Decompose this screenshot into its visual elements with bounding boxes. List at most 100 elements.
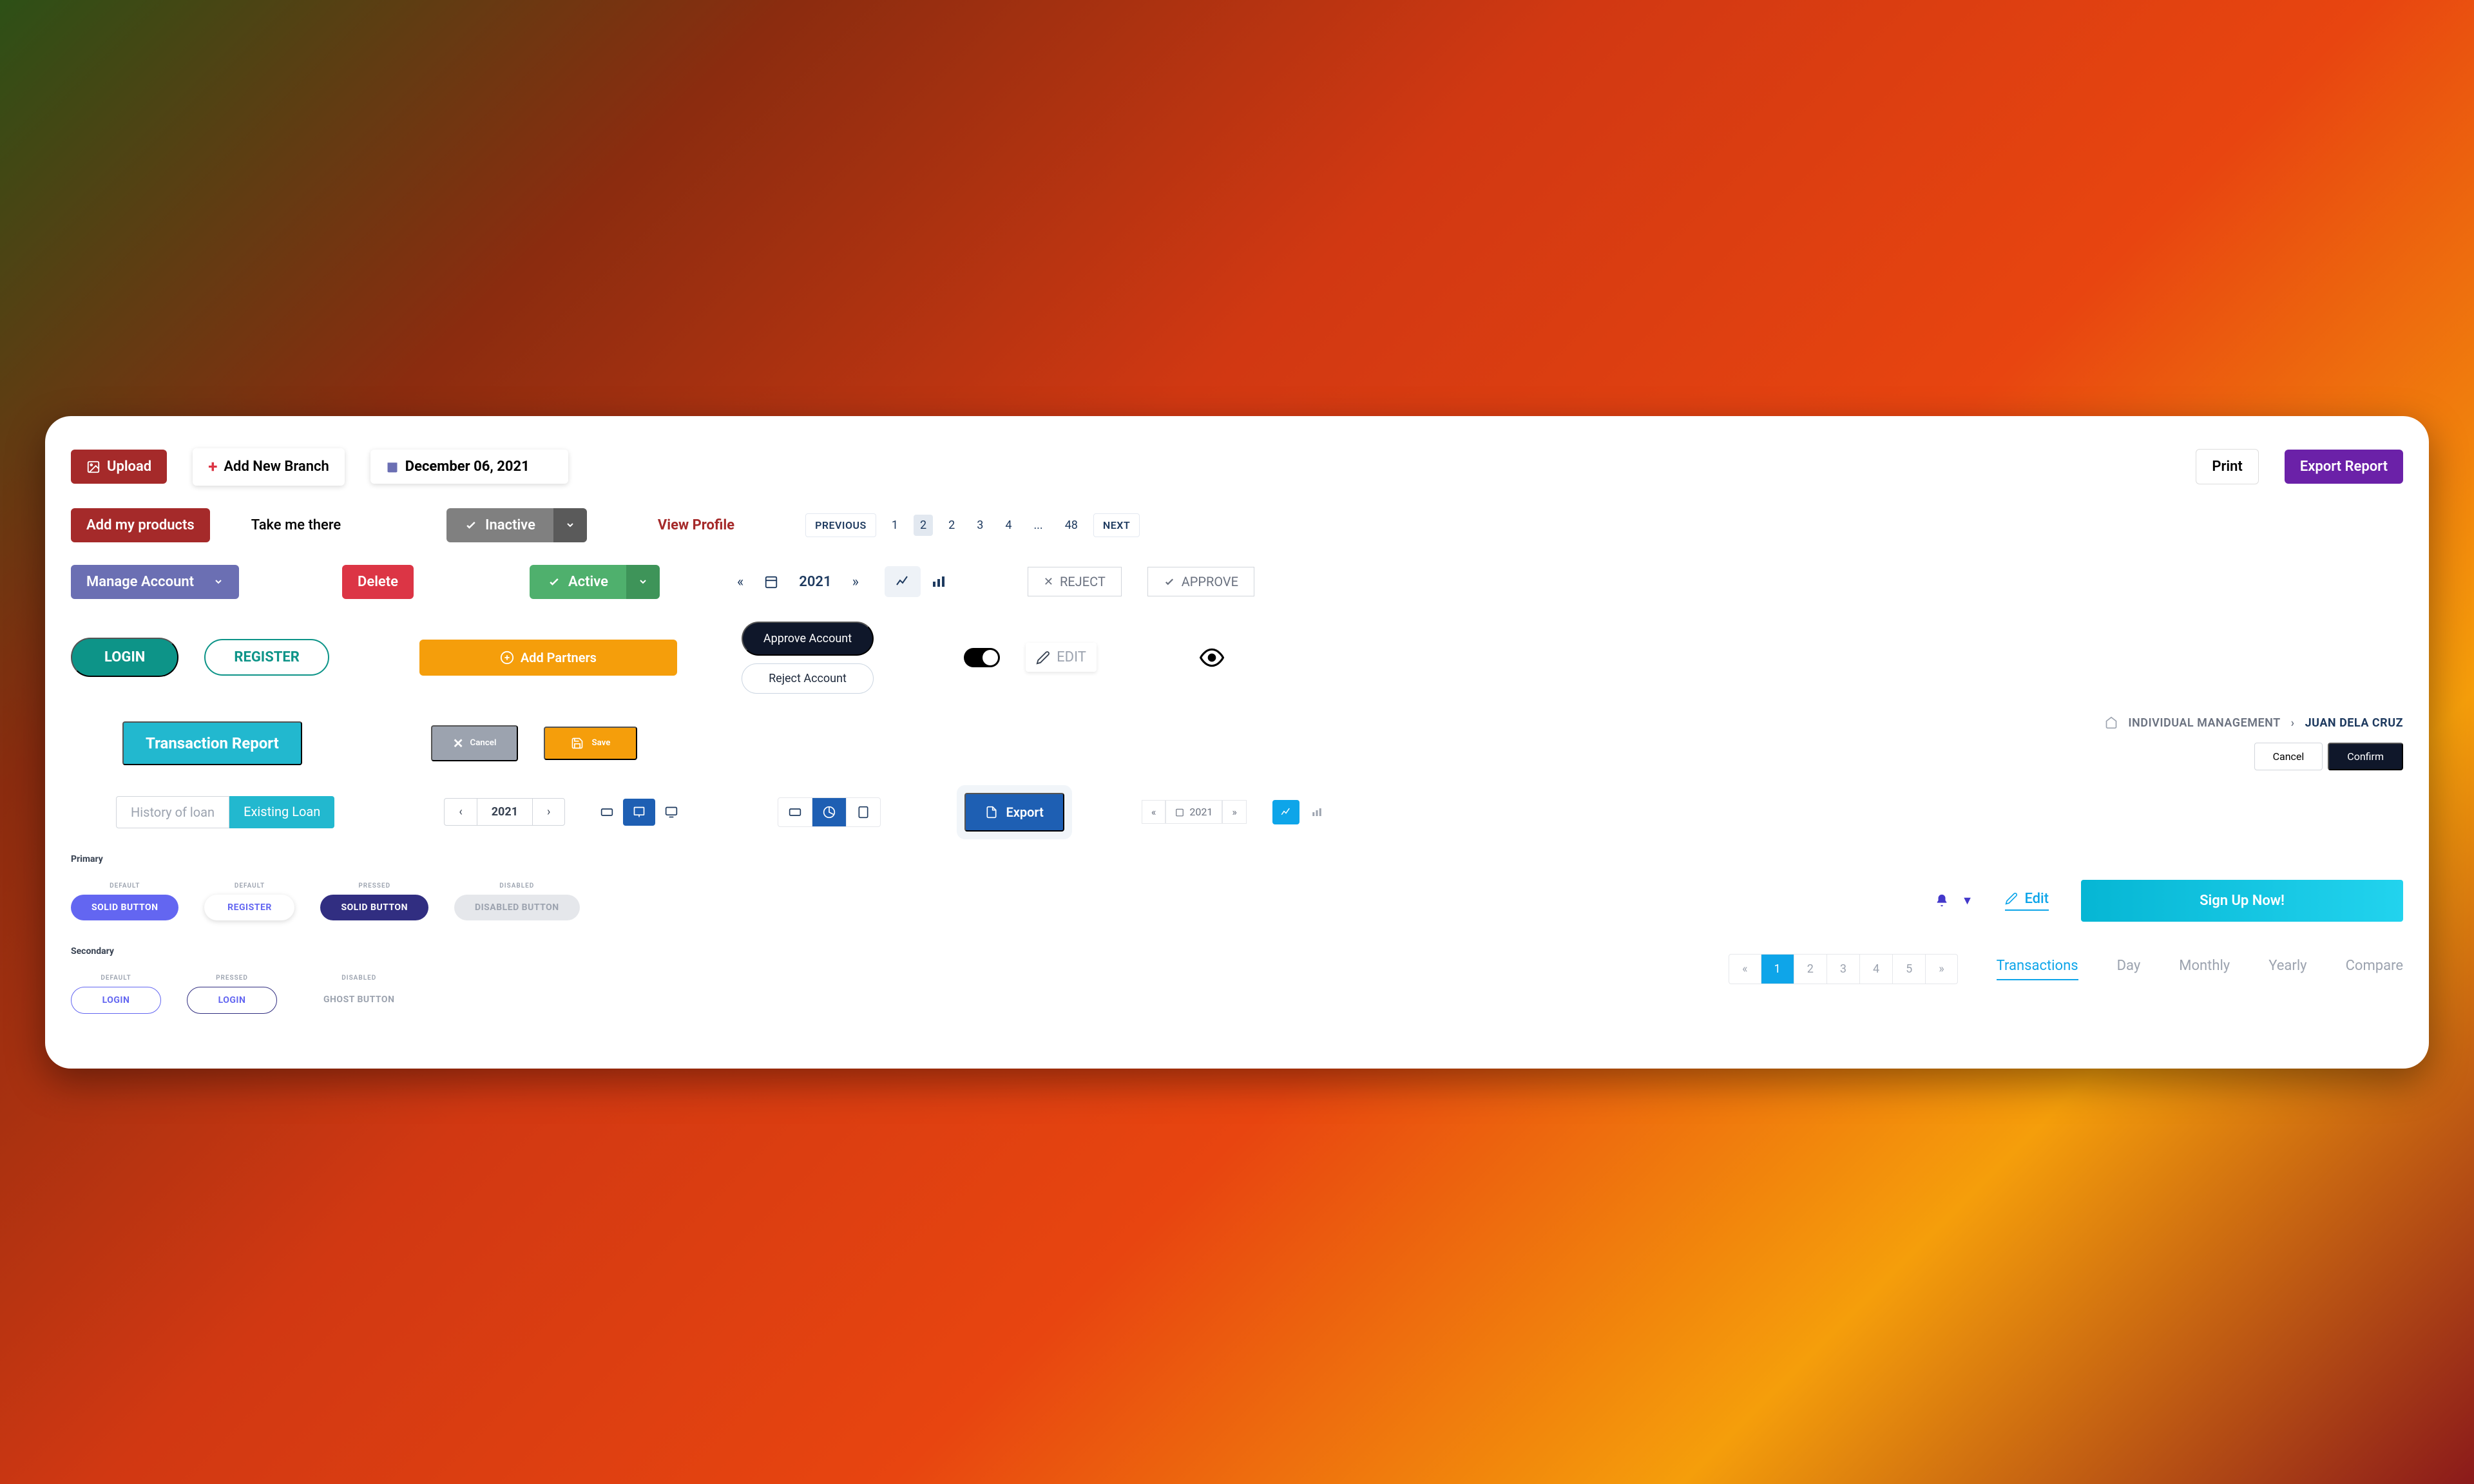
chevron-down-icon — [213, 576, 224, 587]
reject-button[interactable]: ✕ REJECT — [1028, 567, 1122, 596]
page-next[interactable]: » — [1926, 955, 1957, 984]
home-icon[interactable] — [2105, 716, 2118, 729]
date-picker-button[interactable]: December 06, 2021 — [370, 450, 568, 484]
secondary-pressed-button[interactable]: LOGIN — [187, 987, 277, 1014]
loan-tabs: History of loan Existing Loan — [116, 796, 334, 828]
chevron-double-right-icon[interactable]: » — [852, 574, 859, 590]
page-prev[interactable]: « — [1729, 955, 1761, 984]
eye-icon[interactable] — [1200, 645, 1224, 670]
pie-chart-icon[interactable] — [812, 798, 847, 826]
confirm-small-button[interactable]: Confirm — [2328, 743, 2403, 770]
print-button[interactable]: Print — [2196, 449, 2258, 484]
page-4[interactable]: 4 — [999, 515, 1018, 536]
check-icon — [1164, 576, 1175, 587]
tab-compare[interactable]: Compare — [2346, 958, 2403, 980]
edit-link[interactable]: Edit — [2005, 891, 2049, 911]
primary-default-button[interactable]: SOLID BUTTON — [71, 895, 178, 920]
approve-button[interactable]: APPROVE — [1147, 567, 1254, 596]
card-view-icon[interactable] — [591, 799, 623, 826]
tab-yearly[interactable]: Yearly — [2268, 958, 2306, 980]
tab-monthly[interactable]: Monthly — [2179, 958, 2230, 980]
register-button[interactable]: REGISTER — [204, 639, 329, 676]
upload-label: Upload — [107, 459, 151, 475]
status-dropdown-active[interactable]: Active — [530, 565, 660, 599]
bell-icon[interactable] — [1935, 893, 1949, 908]
chart-toggle-small — [1272, 800, 1330, 824]
page-4[interactable]: 4 — [1860, 955, 1893, 984]
reject-account-button[interactable]: Reject Account — [742, 663, 874, 694]
approve-account-button[interactable]: Approve Account — [742, 622, 874, 656]
edit-button[interactable]: EDIT — [1026, 643, 1097, 672]
add-products-button[interactable]: Add my products — [71, 508, 210, 542]
monitor-icon[interactable] — [655, 799, 687, 826]
page-2-active[interactable]: 2 — [914, 515, 933, 536]
year-label: 2021 — [799, 574, 831, 590]
chevron-double-right-icon[interactable]: » — [1222, 800, 1247, 824]
chevron-down-icon[interactable] — [553, 508, 587, 542]
primary-pressed-button[interactable]: SOLID BUTTON — [320, 895, 428, 920]
calendar-icon[interactable]: 2021 — [1165, 800, 1222, 824]
page-1[interactable]: 1 — [1761, 955, 1794, 984]
manage-account-dropdown[interactable]: Manage Account — [71, 565, 239, 599]
card-icon[interactable] — [778, 798, 812, 826]
file-icon[interactable] — [847, 798, 880, 826]
page-1[interactable]: 1 — [885, 515, 905, 536]
existing-loan-tab[interactable]: Existing Loan — [229, 796, 334, 828]
year-display[interactable]: 2021 — [477, 799, 533, 825]
toggle-switch[interactable] — [964, 648, 1000, 667]
chevron-double-left-icon[interactable]: « — [737, 574, 743, 590]
cancel-button[interactable]: ✕ Cancel — [431, 725, 519, 761]
add-branch-button[interactable]: + Add New Branch — [193, 448, 345, 486]
export-button[interactable]: Export — [964, 793, 1064, 832]
breadcrumb-current: JUAN DELA CRUZ — [2305, 716, 2403, 730]
page-5[interactable]: 5 — [1893, 955, 1926, 984]
page-3[interactable]: 3 — [1827, 955, 1860, 984]
presentation-icon[interactable] — [623, 799, 655, 826]
caret-down-icon[interactable]: ▼ — [1962, 894, 1973, 908]
status-dropdown-inactive[interactable]: Inactive — [446, 508, 587, 542]
bar-chart-icon[interactable] — [1303, 800, 1330, 824]
year-navigator: « 2021 » — [737, 574, 859, 590]
pencil-icon — [1036, 651, 1050, 665]
save-button[interactable]: Save — [544, 727, 637, 760]
export-icon — [985, 806, 998, 819]
export-report-button[interactable]: Export Report — [2285, 450, 2403, 484]
line-chart-icon[interactable] — [1272, 800, 1299, 824]
upload-button[interactable]: Upload — [71, 450, 167, 484]
chevron-double-left-icon[interactable]: « — [1142, 800, 1166, 824]
chevron-right-icon[interactable]: › — [533, 799, 564, 825]
line-chart-icon[interactable] — [885, 566, 921, 597]
year-navigator-small: « 2021 » — [1142, 800, 1247, 824]
delete-button[interactable]: Delete — [342, 565, 414, 599]
sign-up-button[interactable]: Sign Up Now! — [2081, 880, 2403, 922]
history-loan-tab[interactable]: History of loan — [116, 796, 229, 828]
secondary-section-label: Secondary — [71, 946, 580, 956]
add-partners-button[interactable]: Add Partners — [419, 640, 677, 676]
calendar-icon — [386, 461, 399, 473]
calendar-icon — [764, 575, 778, 589]
chart-view-toggle — [885, 566, 957, 597]
save-icon — [571, 737, 584, 750]
primary-register-button[interactable]: REGISTER — [204, 895, 294, 920]
view-profile-link[interactable]: View Profile — [658, 517, 734, 533]
x-icon: ✕ — [1044, 575, 1053, 589]
page-3[interactable]: 3 — [970, 515, 990, 536]
cancel-small-button[interactable]: Cancel — [2254, 743, 2323, 770]
take-me-there-link[interactable]: Take me there — [236, 508, 356, 542]
secondary-default-button[interactable]: LOGIN — [71, 987, 161, 1014]
bar-chart-icon[interactable] — [921, 566, 957, 597]
chevron-down-icon[interactable] — [626, 565, 660, 599]
tab-day[interactable]: Day — [2117, 958, 2141, 980]
previous-button[interactable]: PREVIOUS — [805, 513, 876, 537]
chevron-left-icon[interactable]: ‹ — [445, 799, 477, 825]
page-2[interactable]: 2 — [942, 515, 961, 536]
plus-circle-icon — [500, 651, 514, 665]
next-button[interactable]: NEXT — [1093, 513, 1140, 537]
breadcrumb-item[interactable]: INDIVIDUAL MANAGEMENT — [2128, 716, 2280, 730]
tab-transactions[interactable]: Transactions — [1997, 958, 2078, 980]
transaction-report-button[interactable]: Transaction Report — [122, 721, 302, 765]
page-48[interactable]: 48 — [1059, 515, 1084, 536]
login-button[interactable]: LOGIN — [71, 638, 178, 677]
page-2[interactable]: 2 — [1794, 955, 1827, 984]
image-icon — [86, 460, 101, 474]
